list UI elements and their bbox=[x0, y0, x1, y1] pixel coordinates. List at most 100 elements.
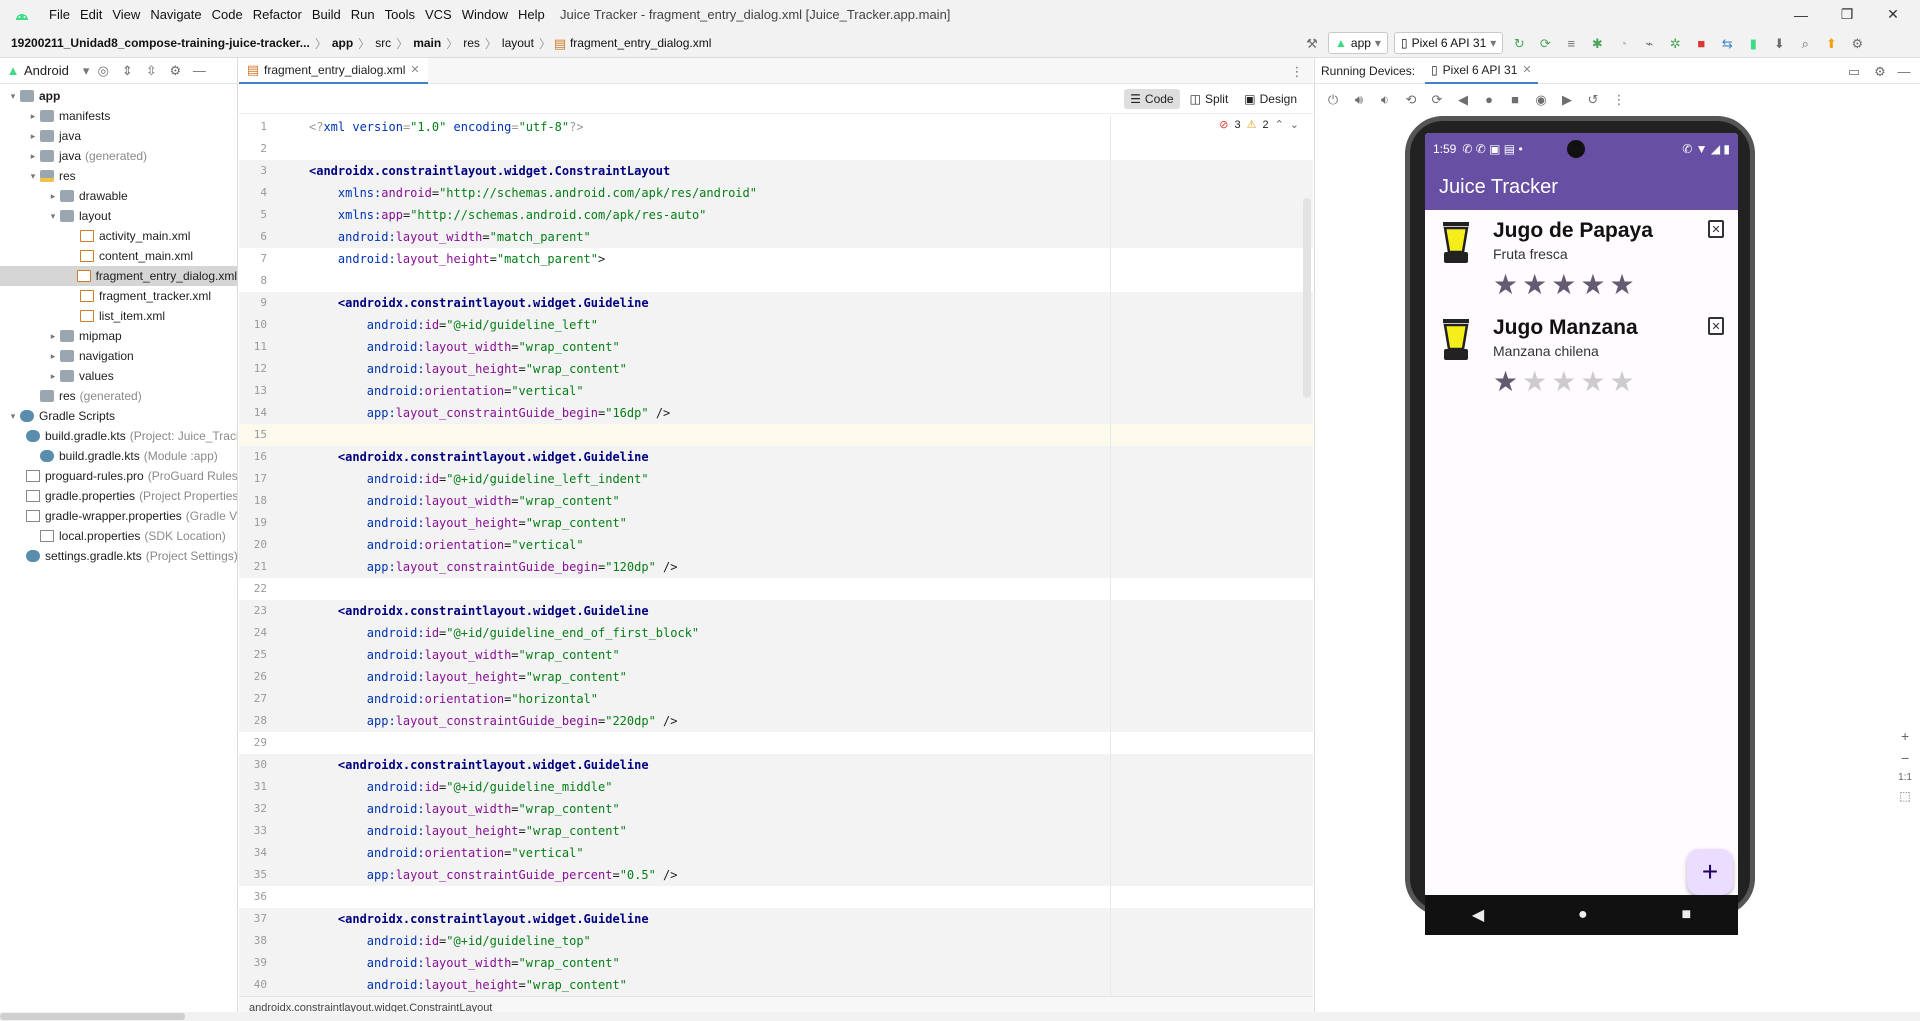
menu-file[interactable]: File bbox=[44, 7, 75, 22]
breadcrumb-res[interactable]: res bbox=[460, 36, 483, 50]
screen-record-icon[interactable]: ▶ bbox=[1557, 89, 1577, 109]
hide-panel-icon[interactable]: — bbox=[189, 61, 209, 81]
menu-navigate[interactable]: Navigate bbox=[145, 7, 206, 22]
hide-panel-icon[interactable]: — bbox=[1894, 61, 1914, 81]
collapse-all-icon[interactable]: ⇳ bbox=[141, 61, 161, 81]
zoom-actual-button[interactable]: 1:1 bbox=[1898, 772, 1912, 783]
chevron-right-icon[interactable]: ▸ bbox=[26, 111, 40, 122]
code-line[interactable]: 18 android:layout_width="wrap_content" bbox=[239, 490, 1313, 512]
code-line[interactable]: 33 android:layout_height="wrap_content" bbox=[239, 820, 1313, 842]
editor-scrollbar[interactable] bbox=[1303, 198, 1311, 398]
nav-back-icon[interactable]: ◀ bbox=[1472, 905, 1484, 925]
code-line[interactable]: 32 android:layout_width="wrap_content" bbox=[239, 798, 1313, 820]
code-line[interactable]: 12 android:layout_height="wrap_content" bbox=[239, 358, 1313, 380]
menu-code[interactable]: Code bbox=[207, 7, 248, 22]
attach-debugger-icon[interactable]: ⌁ bbox=[1639, 33, 1659, 53]
tree-item[interactable]: ▾ app bbox=[0, 86, 237, 106]
sync-icon[interactable]: ⇆ bbox=[1717, 33, 1737, 53]
code-line[interactable]: 1 <?xml version="1.0" encoding="utf-8"?> bbox=[239, 116, 1313, 138]
locate-icon[interactable]: ◎ bbox=[93, 61, 113, 81]
debug-icon[interactable]: ✱ bbox=[1587, 33, 1607, 53]
code-line[interactable]: 8 bbox=[239, 270, 1313, 292]
nav-recents-icon[interactable]: ■ bbox=[1681, 906, 1691, 924]
gear-icon[interactable]: ⚙ bbox=[1847, 33, 1867, 53]
code-line[interactable]: 36 bbox=[239, 886, 1313, 908]
tree-item[interactable]: content_main.xml bbox=[0, 246, 237, 266]
code-line[interactable]: 35 app:layout_constraintGuide_percent="0… bbox=[239, 864, 1313, 886]
code-line[interactable]: 39 android:layout_width="wrap_content" bbox=[239, 952, 1313, 974]
chevron-right-icon[interactable]: ▸ bbox=[26, 131, 40, 142]
overview-icon[interactable]: ■ bbox=[1505, 89, 1525, 109]
zoom-out-button[interactable]: − bbox=[1901, 750, 1909, 766]
code-line[interactable]: 14 app:layout_constraintGuide_begin="16d… bbox=[239, 402, 1313, 424]
code-area[interactable]: 1 <?xml version="1.0" encoding="utf-8"?> 2… bbox=[239, 116, 1313, 996]
code-line[interactable]: 19 android:layout_height="wrap_content" bbox=[239, 512, 1313, 534]
tree-item[interactable]: ▸ mipmap bbox=[0, 326, 237, 346]
code-line[interactable]: 24 android:id="@+id/guideline_end_of_fir… bbox=[239, 622, 1313, 644]
tree-item[interactable]: ▸ drawable bbox=[0, 186, 237, 206]
code-line[interactable]: 20 android:orientation="vertical" bbox=[239, 534, 1313, 556]
search-icon[interactable]: ⌕ bbox=[1795, 33, 1815, 53]
rotate-left-icon[interactable]: ⟲ bbox=[1401, 89, 1421, 109]
mode-split-button[interactable]: ◫ Split bbox=[1184, 89, 1235, 109]
volume-up-icon[interactable]: 🔊︎ bbox=[1349, 89, 1369, 109]
close-window-button[interactable]: ✕ bbox=[1870, 0, 1916, 29]
maximize-button[interactable]: ❐ bbox=[1824, 0, 1870, 29]
tree-item[interactable]: settings.gradle.kts (Project Settings) bbox=[0, 546, 237, 566]
tree-item[interactable]: ▾ Gradle Scripts bbox=[0, 406, 237, 426]
breadcrumb-app[interactable]: app bbox=[329, 36, 356, 50]
chevron-down-icon[interactable]: ▾ bbox=[6, 91, 20, 102]
juice-list-item[interactable]: Jugo Manzana Manzana chilena ★ ★ ★ ★ ★ ✕ bbox=[1425, 307, 1738, 404]
chevron-down-icon[interactable]: ▾ bbox=[26, 171, 40, 182]
tree-item[interactable]: local.properties (SDK Location) bbox=[0, 526, 237, 546]
code-line[interactable]: 37 <androidx.constraintlayout.widget.Gui… bbox=[239, 908, 1313, 930]
delete-icon[interactable]: ✕ bbox=[1708, 317, 1724, 335]
code-line[interactable]: 9 <androidx.constraintlayout.widget.Guid… bbox=[239, 292, 1313, 314]
chevron-down-icon[interactable]: ⌄ bbox=[1290, 118, 1299, 131]
add-juice-fab[interactable]: + bbox=[1687, 849, 1733, 895]
code-line[interactable]: 28 app:layout_constraintGuide_begin="220… bbox=[239, 710, 1313, 732]
hammer-icon[interactable]: ⚒ bbox=[1302, 33, 1322, 53]
tree-item[interactable]: ▾ layout bbox=[0, 206, 237, 226]
profile-icon[interactable]: ◔ bbox=[1613, 33, 1633, 53]
power-icon[interactable]: ⏻ bbox=[1323, 89, 1343, 109]
chevron-right-icon[interactable]: ▸ bbox=[46, 351, 60, 362]
apply-code-changes-icon[interactable]: ⟳ bbox=[1535, 33, 1555, 53]
tree-item[interactable]: res (generated) bbox=[0, 386, 237, 406]
code-line[interactable]: 34 android:orientation="vertical" bbox=[239, 842, 1313, 864]
phone-screen[interactable]: 1:59 ✆ ✆ ▣ ▤ • ✆ ▼ ◢ ▮ Juice Tracker Jug… bbox=[1425, 133, 1738, 913]
update-icon[interactable]: ⬆ bbox=[1821, 33, 1841, 53]
code-line[interactable]: 40 android:layout_height="wrap_content" bbox=[239, 974, 1313, 996]
tree-item[interactable]: proguard-rules.pro(ProGuard Rules for ":… bbox=[0, 466, 237, 486]
breadcrumb-layout[interactable]: layout bbox=[499, 36, 537, 50]
history-icon[interactable]: ↺ bbox=[1583, 89, 1603, 109]
project-view-dropdown[interactable]: Android bbox=[24, 63, 69, 78]
chevron-right-icon[interactable]: ▸ bbox=[46, 191, 60, 202]
delete-icon[interactable]: ✕ bbox=[1708, 220, 1724, 238]
home-icon[interactable]: ● bbox=[1479, 89, 1499, 109]
code-line[interactable]: 16 <androidx.constraintlayout.widget.Gui… bbox=[239, 446, 1313, 468]
run-list-icon[interactable]: ≡ bbox=[1561, 33, 1581, 53]
tree-item[interactable]: ▸ values bbox=[0, 366, 237, 386]
code-line[interactable]: 10 android:id="@+id/guideline_left" bbox=[239, 314, 1313, 336]
code-line[interactable]: 17 android:id="@+id/guideline_left_inden… bbox=[239, 468, 1313, 490]
menu-window[interactable]: Window bbox=[457, 7, 513, 22]
tree-item[interactable]: list_item.xml bbox=[0, 306, 237, 326]
settings-icon[interactable]: ⚙ bbox=[165, 61, 185, 81]
breadcrumb-main[interactable]: main bbox=[410, 36, 444, 50]
chevron-right-icon[interactable]: ▸ bbox=[46, 371, 60, 382]
breadcrumb-src[interactable]: src bbox=[372, 36, 394, 50]
code-line[interactable]: 11 android:layout_width="wrap_content" bbox=[239, 336, 1313, 358]
tab-fragment-entry-dialog[interactable]: ▤ fragment_entry_dialog.xml ✕ bbox=[239, 57, 428, 84]
tree-item[interactable]: ▸ java bbox=[0, 126, 237, 146]
tree-item[interactable]: ▸ navigation bbox=[0, 346, 237, 366]
volume-down-icon[interactable]: 🔉︎ bbox=[1375, 89, 1395, 109]
code-line[interactable]: 15 bbox=[239, 424, 1313, 446]
code-line[interactable]: 23 <androidx.constraintlayout.widget.Gui… bbox=[239, 600, 1313, 622]
tree-item[interactable]: gradle-wrapper.properties(Gradle Version… bbox=[0, 506, 237, 526]
menu-edit[interactable]: Edit bbox=[75, 7, 107, 22]
code-line[interactable]: 38 android:id="@+id/guideline_top" bbox=[239, 930, 1313, 952]
tree-item[interactable]: build.gradle.kts (Module :app) bbox=[0, 446, 237, 466]
menu-tools[interactable]: Tools bbox=[380, 7, 420, 22]
nav-home-icon[interactable]: ● bbox=[1578, 906, 1588, 924]
